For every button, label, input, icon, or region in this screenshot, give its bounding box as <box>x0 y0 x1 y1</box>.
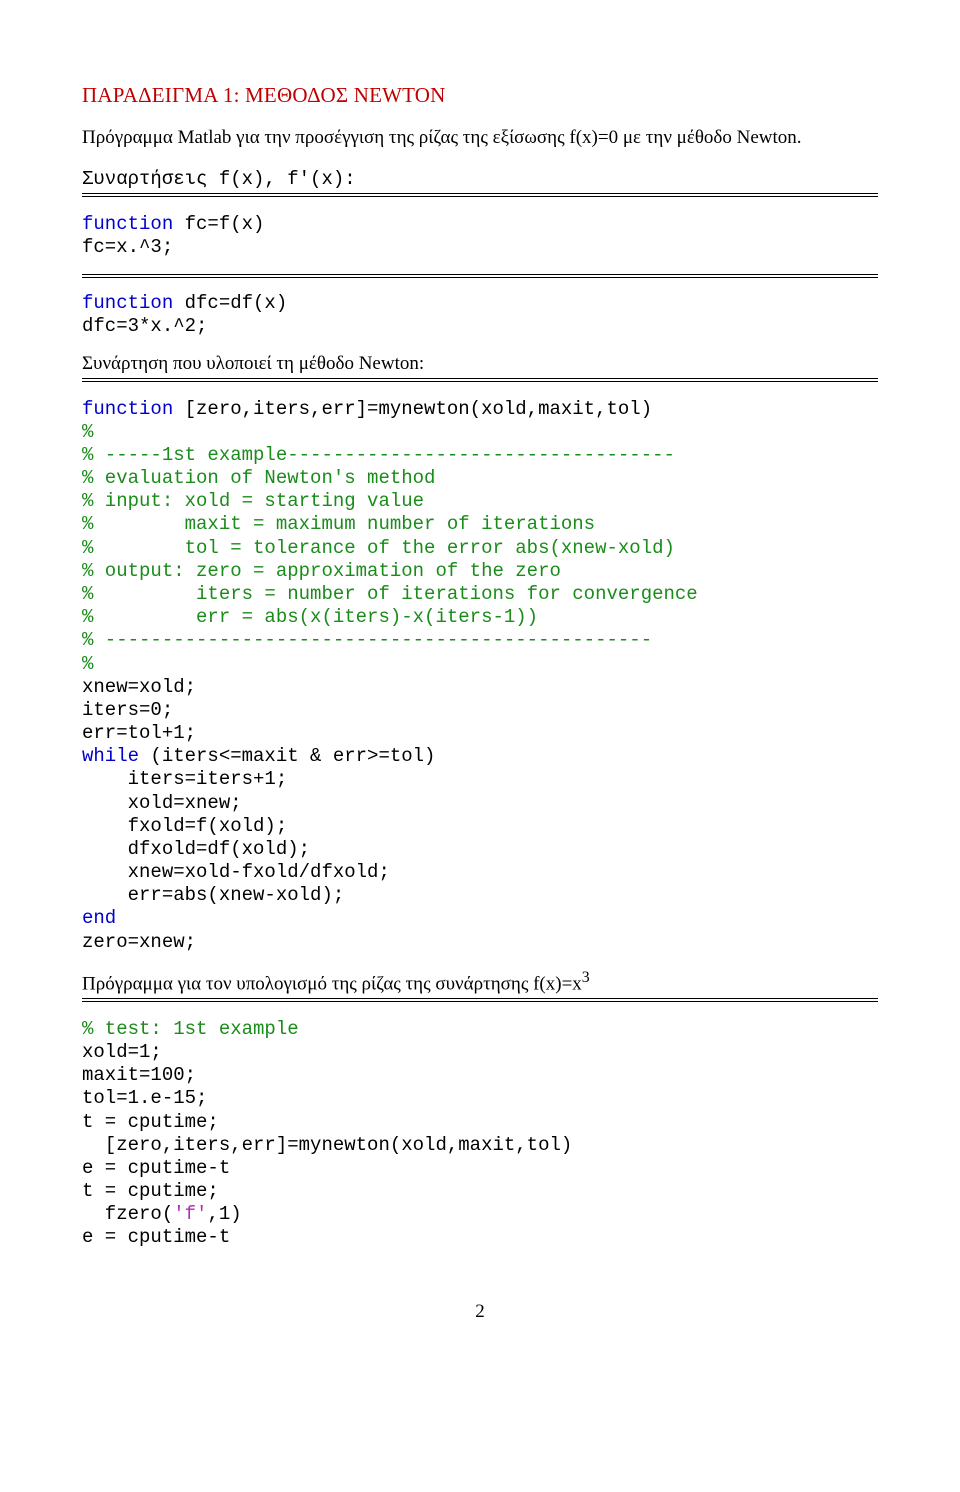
code-block-newton: function [zero,iters,err]=mynewton(xold,… <box>82 398 878 954</box>
keyword-function: function <box>82 292 173 314</box>
string-literal: 'f' <box>173 1203 207 1225</box>
keyword-function: function <box>82 398 173 420</box>
comment-line: % <box>82 421 93 443</box>
comment-line: % output: zero = approximation of the ze… <box>82 560 561 582</box>
code-line: err=abs(xnew-xold); <box>82 884 344 906</box>
keyword-end: end <box>82 907 116 929</box>
code-block-f: function fc=f(x) fc=x.^3; <box>82 213 878 259</box>
code-line: dfxold=df(xold); <box>82 838 310 860</box>
page-title: ΠΑΡΑΔΕΙΓΜΑ 1: ΜΕΘΟΔΟΣ NEWTON <box>82 82 878 108</box>
page-number: 2 <box>82 1300 878 1324</box>
comment-line: % <box>82 653 93 675</box>
code-line: [zero,iters,err]=mynewton(xold,maxit,tol… <box>173 398 652 420</box>
intro-paragraph: Πρόγραμμα Matlab για την προσέγγιση της … <box>82 126 878 150</box>
comment-line: % err = abs(x(iters)-x(iters-1)) <box>82 606 538 628</box>
keyword-while: while <box>82 745 139 767</box>
heading-test-text: Πρόγραμμα για τον υπολογισμό της ρίζας τ… <box>82 973 582 994</box>
comment-line: % maxit = maximum number of iterations <box>82 513 595 535</box>
comment-line: % input: xold = starting value <box>82 490 424 512</box>
comment-line: % evaluation of Newton's method <box>82 467 435 489</box>
section-newton-heading: Συνάρτηση που υλοποιεί τη μέθοδο Newton: <box>82 352 878 382</box>
code-line: fc=x.^3; <box>82 236 173 258</box>
code-line: iters=iters+1; <box>82 768 287 790</box>
heading-newton: Συνάρτηση που υλοποιεί τη μέθοδο Newton: <box>82 352 878 379</box>
code-line: e = cputime-t <box>82 1226 230 1248</box>
code-line: t = cputime; <box>82 1180 219 1202</box>
code-line: xnew=xold-fxold/dfxold; <box>82 861 390 883</box>
code-line: xold=1; <box>82 1041 162 1063</box>
code-line: fzero( <box>82 1203 173 1225</box>
code-line: xnew=xold; <box>82 676 196 698</box>
code-line: e = cputime-t <box>82 1157 230 1179</box>
heading-functions: Συναρτήσεις f(x), f'(x): <box>82 168 878 194</box>
code-block-df: function dfc=df(x) dfc=3*x.^2; <box>82 292 878 338</box>
comment-line: % test: 1st example <box>82 1018 299 1040</box>
code-line: maxit=100; <box>82 1064 196 1086</box>
code-block-test: % test: 1st example xold=1; maxit=100; t… <box>82 1018 878 1250</box>
comment-line: % tol = tolerance of the error abs(xnew-… <box>82 537 675 559</box>
code-line: ,1) <box>207 1203 241 1225</box>
code-line: (iters<=maxit & err>=tol) <box>139 745 435 767</box>
code-line: dfc=df(x) <box>173 292 287 314</box>
code-line: iters=0; <box>82 699 173 721</box>
comment-line: % --------------------------------------… <box>82 629 652 651</box>
divider <box>82 274 878 278</box>
section-test-heading: Πρόγραμμα για τον υπολογισμό της ρίζας τ… <box>82 968 878 1002</box>
code-line: dfc=3*x.^2; <box>82 315 207 337</box>
comment-line: % -----1st example----------------------… <box>82 444 675 466</box>
section-functions-heading: Συναρτήσεις f(x), f'(x): <box>82 168 878 197</box>
keyword-function: function <box>82 213 173 235</box>
heading-test: Πρόγραμμα για τον υπολογισμό της ρίζας τ… <box>82 968 878 999</box>
code-line: t = cputime; <box>82 1111 219 1133</box>
code-line: fc=f(x) <box>173 213 264 235</box>
heading-test-sup: 3 <box>582 969 590 986</box>
code-line: [zero,iters,err]=mynewton(xold,maxit,tol… <box>82 1134 572 1156</box>
code-line: tol=1.e-15; <box>82 1087 207 1109</box>
comment-line: % iters = number of iterations for conve… <box>82 583 698 605</box>
code-line: xold=xnew; <box>82 792 242 814</box>
code-line: err=tol+1; <box>82 722 196 744</box>
code-line: zero=xnew; <box>82 931 196 953</box>
code-line: fxold=f(xold); <box>82 815 287 837</box>
